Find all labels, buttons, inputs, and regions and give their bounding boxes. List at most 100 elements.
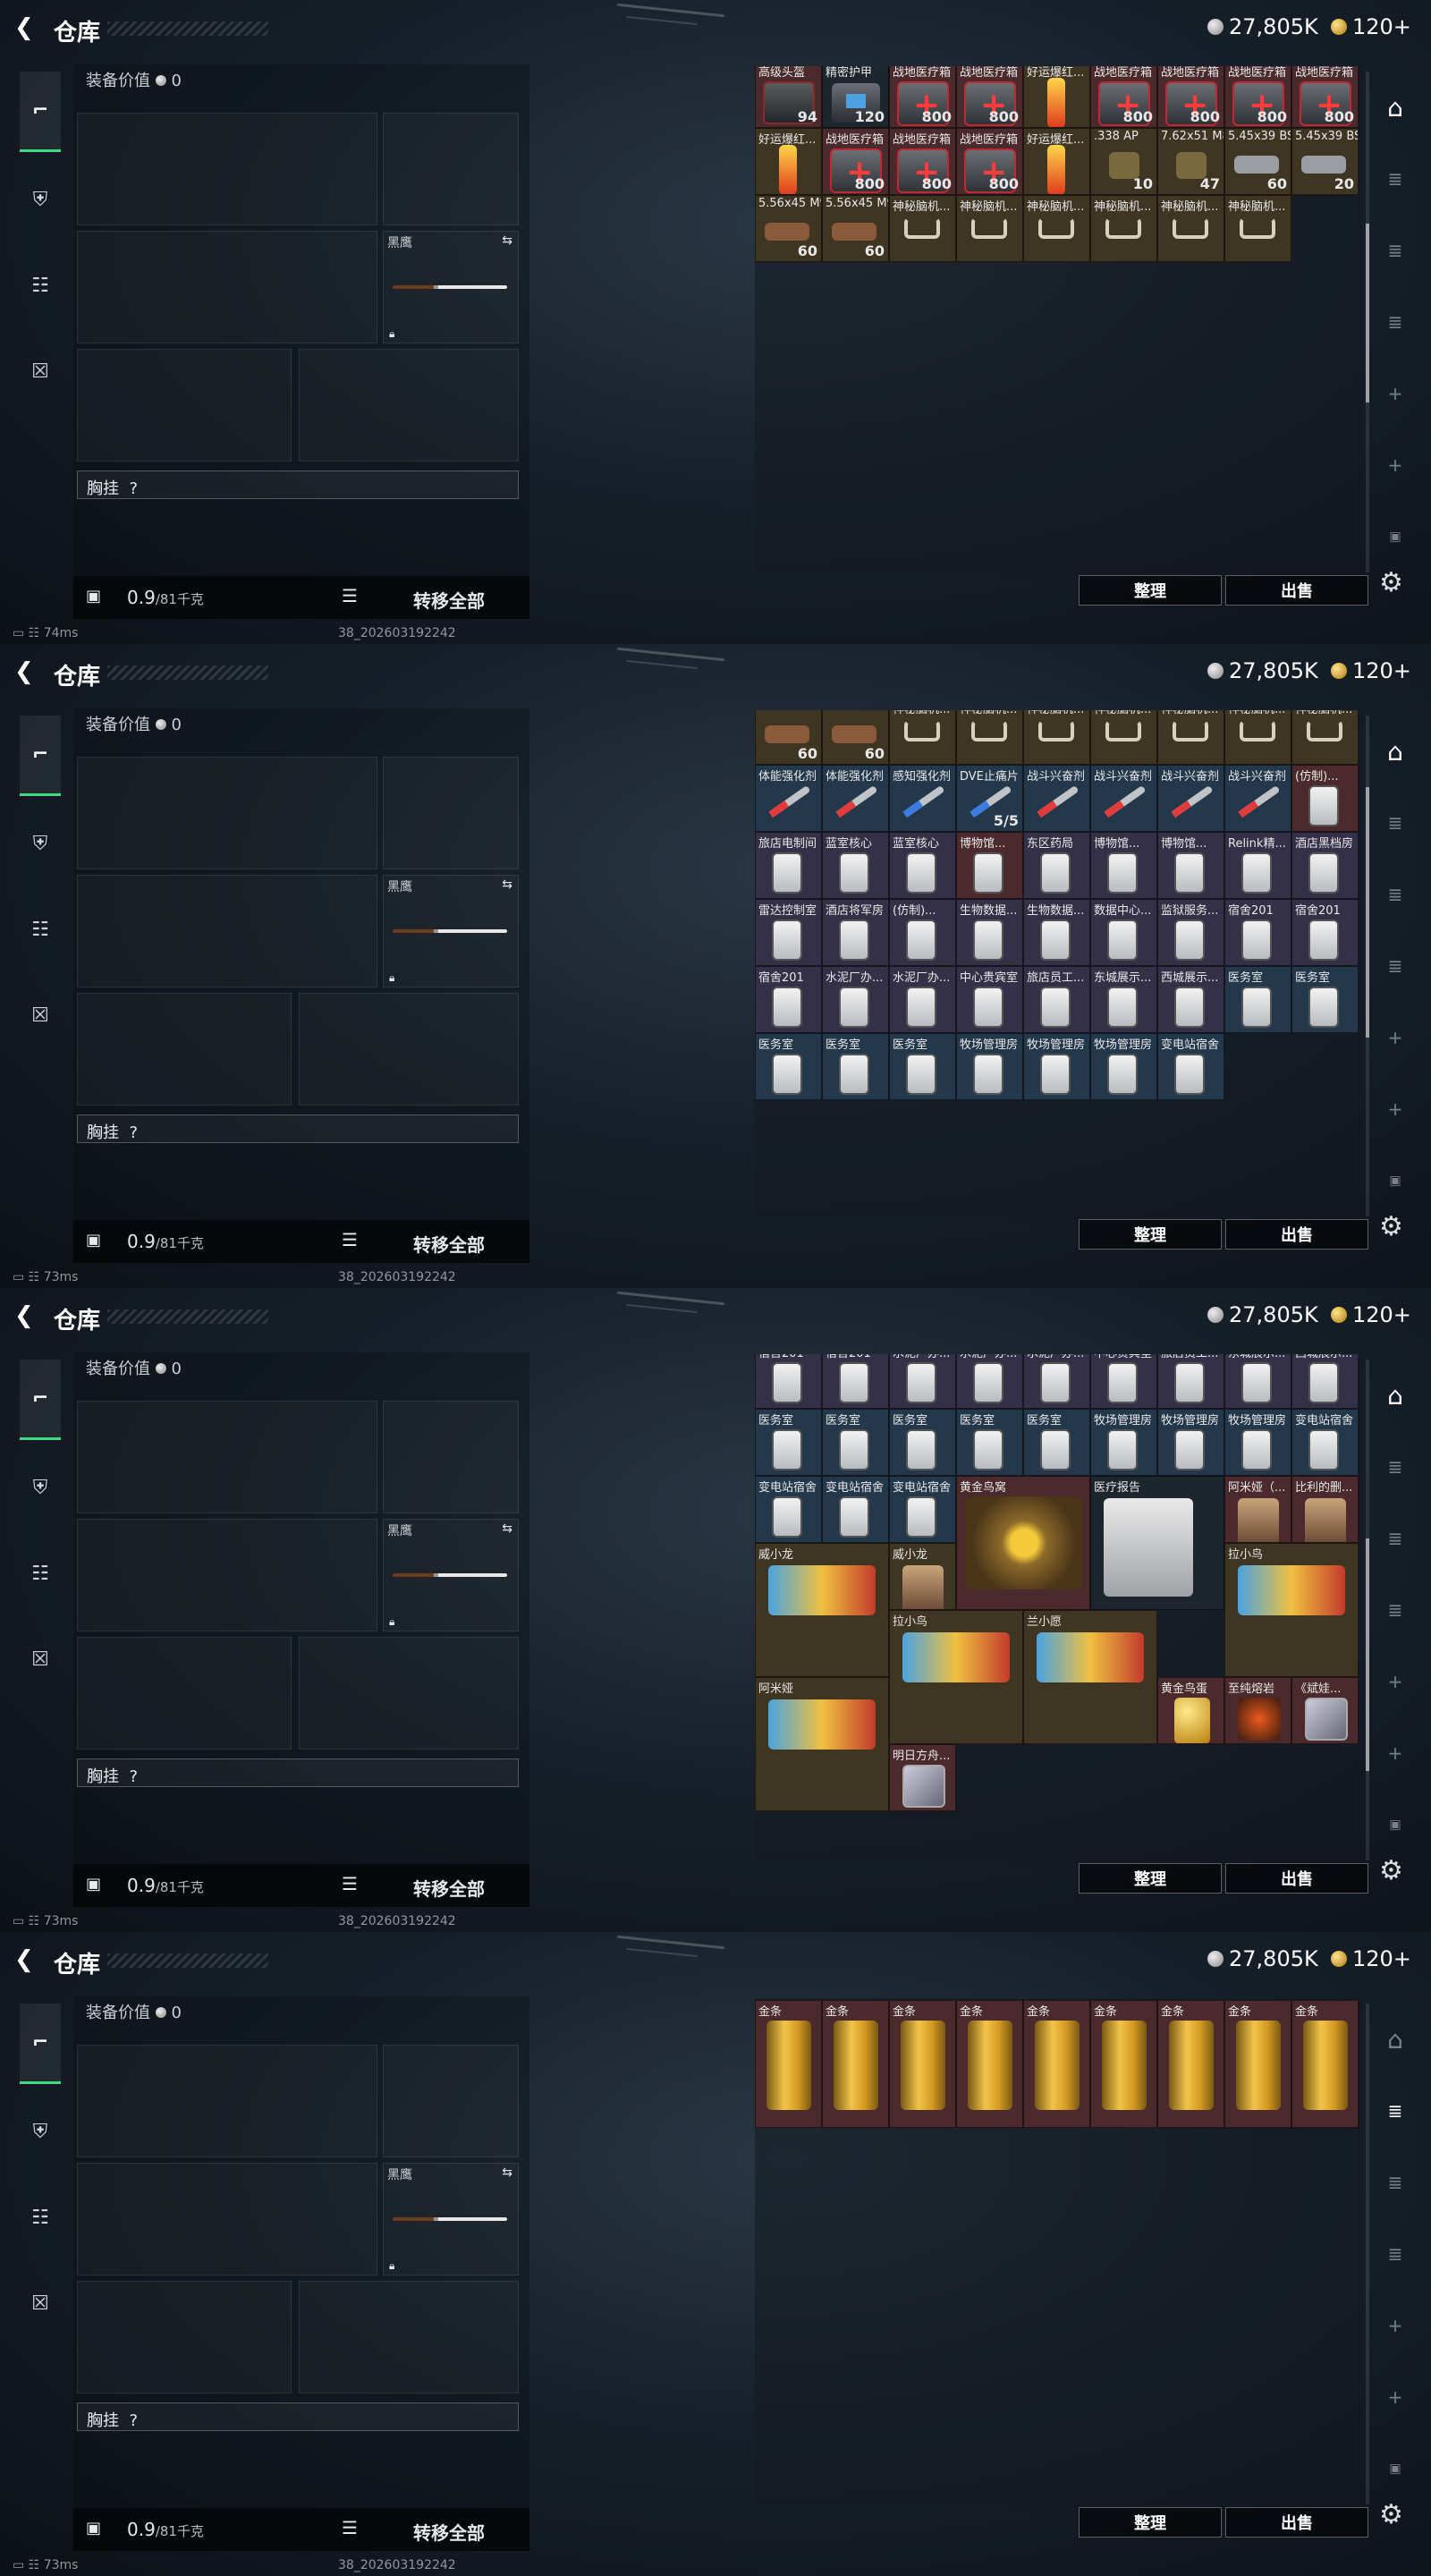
inventory-item[interactable]: 《斌娃... — [1291, 1677, 1359, 1744]
inventory-item[interactable]: 蓝室核心 — [822, 832, 889, 899]
armor-slot[interactable] — [299, 993, 519, 1106]
inventory-item[interactable]: 金条 — [755, 2000, 822, 2128]
back-button[interactable]: ❮ — [14, 14, 41, 41]
inventory-item[interactable]: 水泥厂办... — [889, 1354, 956, 1409]
tab-storage-3[interactable]: ≣ — [1376, 304, 1415, 340]
inventory-item[interactable]: 雷达控制室 — [755, 899, 822, 966]
inventory-item[interactable]: 水泥厂办... — [889, 966, 956, 1033]
inventory-item[interactable]: 神秘脑机... — [889, 710, 956, 765]
tab-all-storage[interactable]: ⌂ — [1376, 733, 1415, 769]
inventory-item[interactable]: 神秘脑机... — [1224, 195, 1291, 262]
secondary-weapon-slot[interactable] — [77, 1519, 377, 1631]
inventory-item[interactable]: 阿米娅（... — [1224, 1476, 1291, 1543]
inventory-item[interactable]: 神秘脑机... — [1157, 195, 1224, 262]
inventory-item[interactable]: 神秘脑机... — [1023, 195, 1090, 262]
inventory-item[interactable]: 战地医疗箱 800 — [1224, 66, 1291, 128]
inventory-item[interactable]: 酒店黑档房 — [1291, 832, 1359, 899]
help-icon[interactable]: ? — [129, 2411, 138, 2430]
scroll-thumb[interactable] — [1366, 224, 1369, 402]
inventory-item[interactable]: 5.56x45 M995 60 — [755, 710, 822, 765]
swap-icon[interactable]: ⇆ — [502, 1521, 512, 1536]
inventory-item[interactable]: 西城展示... — [1291, 1354, 1359, 1409]
inventory-item[interactable]: 阿米娅 — [755, 1677, 889, 1811]
inventory-item[interactable]: Relink精... — [1224, 832, 1291, 899]
inventory-item[interactable]: 数据中心... — [1090, 899, 1157, 966]
inventory-item[interactable]: 战地医疗箱 800 — [889, 128, 956, 195]
scroll-thumb[interactable] — [1366, 787, 1369, 1038]
armor-slot[interactable] — [299, 349, 519, 462]
pistol-slot[interactable] — [383, 1401, 519, 1513]
inventory-item[interactable]: 牧场管理房 — [956, 1033, 1023, 1100]
armor-slot[interactable] — [299, 2281, 519, 2394]
inventory-item[interactable]: 金条 — [822, 2000, 889, 2128]
inventory-item[interactable]: 神秘脑机... — [1224, 710, 1291, 765]
inventory-item[interactable]: 战地医疗箱 800 — [956, 66, 1023, 128]
inventory-item[interactable]: 牧场管理房 — [1157, 1409, 1224, 1476]
inventory-item[interactable]: 水泥厂办... — [1023, 1354, 1090, 1409]
sell-button[interactable]: 出售 — [1225, 1863, 1368, 1894]
tab-gear[interactable]: ☷ — [20, 2197, 61, 2238]
tab-storage-3[interactable]: ≣ — [1376, 948, 1415, 984]
inventory-item[interactable]: 黄金鸟蛋 — [1157, 1677, 1224, 1744]
inventory-item[interactable]: 精密护甲 120 — [822, 66, 889, 128]
back-button[interactable]: ❮ — [14, 1946, 41, 1973]
inventory-item[interactable]: 感知强化剂 — [889, 765, 956, 832]
tab-gear[interactable]: ☷ — [20, 909, 61, 950]
inventory-item[interactable]: 好运爆红... — [1023, 128, 1090, 195]
tab-storage-1[interactable]: ≣ — [1376, 2093, 1415, 2129]
inventory-scrollbar[interactable] — [1366, 1360, 1369, 1860]
inventory-item[interactable]: 宿舍201 — [755, 1354, 822, 1409]
inventory-item[interactable]: 牧场管理房 — [1090, 1033, 1157, 1100]
inventory-item[interactable]: 西城展示... — [1157, 966, 1224, 1033]
transfer-all-button[interactable]: 转移全部 — [413, 2519, 485, 2545]
scroll-thumb[interactable] — [1366, 1538, 1369, 1771]
inventory-item[interactable]: 旅店员工... — [1157, 1354, 1224, 1409]
inventory-item[interactable]: 神秘脑机... — [1090, 710, 1157, 765]
pistol-slot[interactable] — [383, 2045, 519, 2157]
inventory-item[interactable]: 神秘脑机... — [1291, 710, 1359, 765]
melee-slot[interactable]: 黑鹰 ⇆ 🔒︎ — [383, 231, 519, 343]
inventory-item[interactable]: 博物馆... — [1090, 832, 1157, 899]
inventory-item[interactable]: 战斗兴奋剂 — [1090, 765, 1157, 832]
inventory-item[interactable]: 金条 — [1023, 2000, 1090, 2128]
inventory-item[interactable]: 医务室 — [1023, 1409, 1090, 1476]
tab-bag[interactable]: ☒ — [20, 995, 61, 1036]
back-button[interactable]: ❮ — [14, 658, 41, 685]
help-icon[interactable]: ? — [129, 1123, 138, 1142]
inventory-item[interactable]: 牧场管理房 — [1023, 1033, 1090, 1100]
tab-weapons[interactable]: ⌐ — [20, 72, 61, 152]
inventory-item[interactable]: 中心贵宾室 — [956, 966, 1023, 1033]
sell-button[interactable]: 出售 — [1225, 2507, 1368, 2538]
inventory-item[interactable]: 比利的删... — [1291, 1476, 1359, 1543]
tab-weapons[interactable]: ⌐ — [20, 716, 61, 796]
tab-storage-1[interactable]: ≣ — [1376, 1449, 1415, 1485]
tab-bag[interactable]: ☒ — [20, 2283, 61, 2324]
helmet-slot[interactable] — [77, 1637, 292, 1750]
inventory-item[interactable]: 变电站宿舍 — [1157, 1033, 1224, 1100]
inventory-item[interactable]: (仿制)... — [1291, 765, 1359, 832]
tab-gear[interactable]: ☷ — [20, 265, 61, 306]
inventory-item[interactable]: 金条 — [1224, 2000, 1291, 2128]
inventory-item[interactable]: 医务室 — [889, 1409, 956, 1476]
add-storage-button[interactable]: + — [1376, 1735, 1415, 1771]
inventory-item[interactable]: 兰小愿 — [1023, 1610, 1157, 1744]
gear-icon[interactable]: ⚙ — [1379, 567, 1403, 598]
inventory-item[interactable]: 神秘脑机... — [956, 195, 1023, 262]
inventory-item[interactable]: 东城展示... — [1224, 1354, 1291, 1409]
helmet-slot[interactable] — [77, 2281, 292, 2394]
inventory-scrollbar[interactable] — [1366, 2004, 1369, 2504]
tab-armor[interactable]: ⛨ — [20, 179, 61, 220]
add-storage-button[interactable]: + — [1376, 376, 1415, 411]
inventory-item[interactable]: 威小龙 — [889, 1543, 956, 1610]
inventory-scrollbar[interactable] — [1366, 72, 1369, 572]
tab-storage-3[interactable]: ≣ — [1376, 2236, 1415, 2272]
sort-button[interactable]: 整理 — [1079, 2507, 1222, 2538]
helmet-slot[interactable] — [77, 349, 292, 462]
chest-rig-slot[interactable]: 胸挂 ? — [77, 1114, 519, 1143]
inventory-item[interactable]: 生物数据... — [1023, 899, 1090, 966]
inventory-item[interactable]: 中心贵宾室 — [1090, 1354, 1157, 1409]
tab-armor[interactable]: ⛨ — [20, 2111, 61, 2152]
tab-storage-1[interactable]: ≣ — [1376, 805, 1415, 841]
pistol-slot[interactable] — [383, 113, 519, 225]
inventory-item[interactable]: 神秘脑机... — [956, 710, 1023, 765]
